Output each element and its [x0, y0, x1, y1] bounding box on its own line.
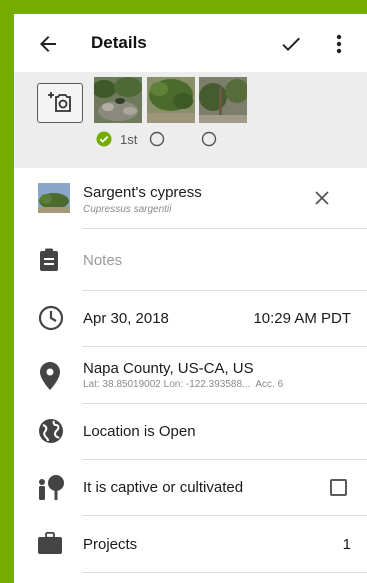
briefcase-icon — [38, 532, 62, 554]
add-photo-button[interactable] — [37, 83, 83, 123]
geoprivacy-row[interactable]: Location is Open — [14, 404, 367, 460]
primary-photo-label: 1st — [120, 132, 138, 147]
close-icon[interactable] — [314, 190, 330, 206]
globe-icon — [39, 419, 63, 443]
cultivated-plant-icon — [39, 475, 64, 500]
location-row[interactable]: Napa County, US-CA, US Lat: 38.85019002 … — [14, 347, 367, 404]
geoprivacy-label: Location is Open — [83, 423, 196, 440]
species-row[interactable]: Sargent's cypress Cupressus sargentii — [14, 168, 367, 229]
notes-row[interactable]: Notes — [14, 229, 367, 291]
datetime-row[interactable]: Apr 30, 2018 10:29 AM PDT — [14, 291, 367, 347]
projects-label: Projects — [83, 536, 138, 553]
photo-thumbnail-1[interactable] — [94, 77, 142, 123]
observation-time[interactable]: 10:29 AM PDT — [253, 310, 351, 327]
observation-date[interactable]: Apr 30, 2018 — [83, 310, 169, 327]
divider — [82, 572, 367, 573]
clipboard-icon — [40, 248, 58, 271]
map-pin-icon — [40, 362, 60, 390]
species-common-name: Sargent's cypress — [83, 184, 202, 201]
photo-thumbnail-2[interactable] — [147, 77, 195, 123]
photo-radio-3[interactable] — [201, 131, 217, 147]
location-place-name: Napa County, US-CA, US — [83, 360, 254, 377]
photo-thumbnail-3[interactable] — [199, 77, 247, 123]
clock-icon — [38, 305, 64, 331]
arrow-left-icon[interactable] — [36, 32, 60, 56]
notes-input[interactable]: Notes — [83, 252, 122, 269]
location-coordinates: Lat: 38.85019002 Lon: -122.393588... Acc… — [83, 379, 284, 390]
page-title: Details — [91, 33, 147, 52]
captive-label: It is captive or cultivated — [83, 479, 244, 496]
app-bar: Details — [14, 14, 367, 72]
observation-details-screen: Details 1st Sargent's cypress Cupressus … — [14, 14, 367, 583]
add-camera-icon — [48, 92, 71, 112]
projects-row[interactable]: Projects 1 — [14, 516, 367, 573]
check-icon[interactable] — [279, 32, 303, 56]
projects-count: 1 — [342, 536, 351, 553]
species-thumbnail — [38, 183, 70, 213]
photo-radio-2[interactable] — [149, 131, 165, 147]
captive-row[interactable]: It is captive or cultivated — [14, 460, 367, 516]
species-scientific-name: Cupressus sargentii — [83, 204, 172, 215]
captive-checkbox[interactable] — [330, 479, 347, 496]
more-vertical-icon[interactable] — [329, 32, 349, 56]
photo-strip: 1st — [14, 72, 367, 168]
primary-photo-check-icon[interactable] — [96, 131, 112, 147]
